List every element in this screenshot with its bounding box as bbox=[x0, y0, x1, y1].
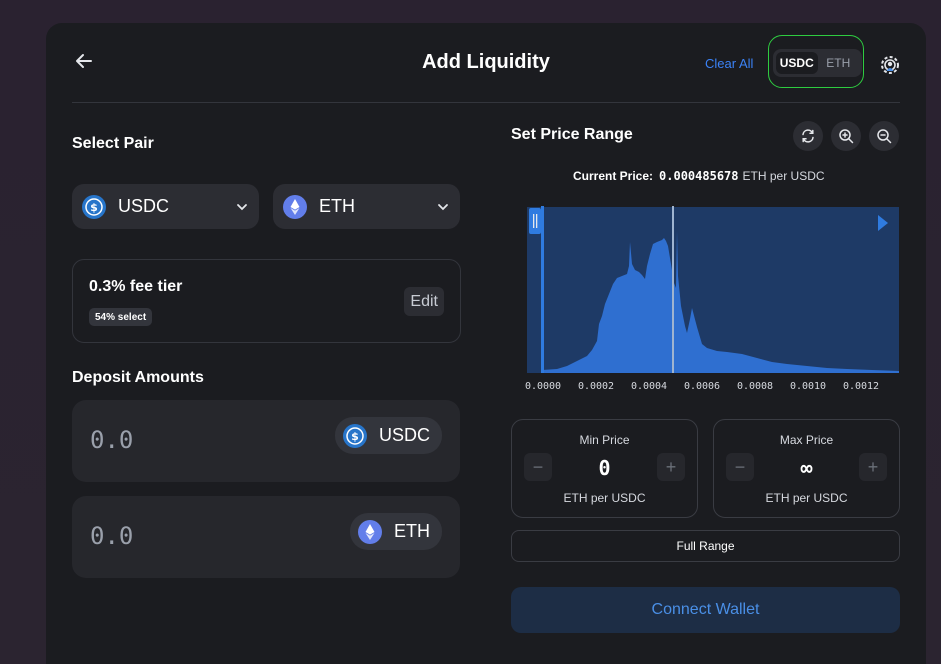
current-price-unit: ETH per USDC bbox=[742, 169, 825, 183]
deposit-amounts-label: Deposit Amounts bbox=[72, 369, 204, 386]
clear-all-link[interactable]: Clear All bbox=[705, 56, 753, 71]
chart-tick-label: 0.0006 bbox=[683, 381, 721, 392]
reset-range-button[interactable] bbox=[793, 121, 823, 151]
eth-icon bbox=[358, 519, 382, 544]
chart-tick-label: 0.0008 bbox=[736, 381, 774, 392]
arrow-left-icon bbox=[76, 54, 92, 68]
chevron-down-icon bbox=[438, 203, 448, 210]
deposit-token-a-symbol: USDC bbox=[378, 425, 430, 445]
zoom-out-button[interactable] bbox=[869, 121, 899, 151]
token-b-select[interactable]: ETH bbox=[273, 184, 460, 229]
header-divider bbox=[72, 102, 900, 103]
connect-wallet-button[interactable]: Connect Wallet bbox=[511, 587, 900, 633]
usdc-icon: $ bbox=[342, 423, 367, 448]
zoom-in-icon bbox=[839, 129, 854, 144]
zoom-out-icon bbox=[877, 129, 892, 144]
zoom-in-button[interactable] bbox=[831, 121, 861, 151]
set-price-range-label: Set Price Range bbox=[511, 126, 633, 143]
deposit-token-b: ETH bbox=[350, 513, 442, 550]
current-price-marker bbox=[672, 206, 674, 373]
max-price-increment-button[interactable]: + bbox=[859, 453, 887, 481]
current-price: Current Price: 0.000485678 ETH per USDC bbox=[573, 169, 825, 183]
edit-fee-button[interactable]: Edit bbox=[404, 287, 444, 316]
plus-icon: + bbox=[665, 456, 677, 477]
max-price-unit: ETH per USDC bbox=[765, 491, 848, 505]
select-pair-label: Select Pair bbox=[72, 135, 154, 152]
refresh-icon bbox=[802, 129, 814, 143]
liquidity-histogram bbox=[527, 206, 899, 373]
chart-tick-label: 0.0010 bbox=[789, 381, 827, 392]
chart-range-background bbox=[527, 207, 899, 373]
toggle-option-usdc[interactable]: USDC bbox=[776, 52, 818, 74]
chart-tick-label: 0.0002 bbox=[577, 381, 615, 392]
max-price-box: Max Price − ∞ + ETH per USDC bbox=[713, 419, 900, 518]
min-price-line bbox=[541, 206, 544, 373]
full-range-button[interactable]: Full Range bbox=[511, 530, 900, 562]
min-price-handle-grip bbox=[536, 214, 538, 228]
deposit-box-a: $ USDC bbox=[72, 400, 460, 482]
back-button[interactable] bbox=[72, 49, 96, 73]
min-price-handle-grip bbox=[533, 214, 535, 228]
base-token-toggle: USDC ETH bbox=[773, 49, 862, 77]
token-a-symbol: USDC bbox=[118, 196, 170, 216]
deposit-box-b: ETH bbox=[72, 496, 460, 578]
min-price-unit: ETH per USDC bbox=[563, 491, 646, 505]
eth-icon bbox=[283, 194, 307, 219]
fee-tier-title: 0.3% fee tier bbox=[89, 278, 183, 295]
current-price-label: Current Price: bbox=[573, 169, 654, 183]
fee-select-badge: 54% select bbox=[89, 308, 153, 326]
deposit-token-b-symbol: ETH bbox=[394, 521, 430, 541]
token-b-symbol: ETH bbox=[319, 196, 355, 216]
plus-icon: + bbox=[867, 456, 879, 477]
deposit-amount-a-input[interactable] bbox=[90, 422, 290, 458]
toggle-option-eth[interactable]: ETH bbox=[818, 52, 860, 74]
current-price-value: 0.000485678 bbox=[659, 169, 739, 183]
max-price-title: Max Price bbox=[779, 433, 834, 447]
svg-text:$: $ bbox=[90, 201, 98, 214]
min-price-increment-button[interactable]: + bbox=[657, 453, 685, 481]
fee-tier-box: 0.3% fee tier 54% select Edit bbox=[72, 259, 461, 343]
header: Add Liquidity Clear All USDC ETH bbox=[46, 23, 926, 103]
liquidity-chart[interactable]: 0.0000 0.0002 0.0004 0.0006 0.0008 0.001… bbox=[524, 206, 899, 396]
min-price-box: Min Price − 0 + ETH per USDC bbox=[511, 419, 698, 518]
chart-tick-label: 0.0012 bbox=[842, 381, 880, 392]
chevron-down-icon bbox=[237, 203, 247, 210]
deposit-token-a: $ USDC bbox=[334, 417, 442, 454]
token-a-select[interactable]: $ USDC bbox=[72, 184, 259, 229]
settings-button[interactable] bbox=[878, 53, 902, 77]
deposit-amount-b-input[interactable] bbox=[90, 518, 290, 554]
usdc-icon: $ bbox=[82, 194, 106, 219]
svg-text:$: $ bbox=[351, 430, 359, 443]
chart-tick-label: 0.0000 bbox=[524, 381, 562, 392]
min-price-title: Min Price bbox=[579, 433, 630, 447]
add-liquidity-card: Add Liquidity Clear All USDC ETH Select … bbox=[46, 23, 926, 664]
gear-icon bbox=[881, 56, 899, 74]
min-price-handle[interactable] bbox=[529, 208, 541, 234]
chart-tick-label: 0.0004 bbox=[630, 381, 668, 392]
